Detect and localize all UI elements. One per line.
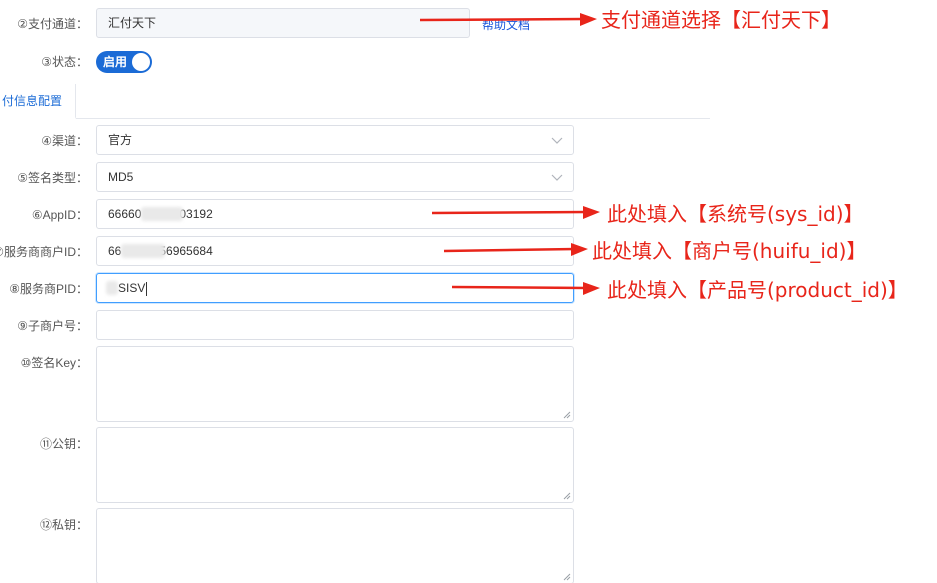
app-id-value-end: 03192: [179, 207, 213, 221]
annotation-merchant: 此处填入【商户号(huifu_id)】: [592, 239, 867, 263]
redaction-blur: [141, 207, 183, 221]
sign-type-label: ⑤签名类型：: [17, 171, 88, 185]
redaction-blur: [121, 244, 165, 258]
app-id-value-start: 66660: [108, 207, 142, 221]
sign-type-value: MD5: [108, 170, 134, 184]
route-select[interactable]: 官方: [96, 125, 574, 155]
resize-handle-icon[interactable]: [563, 411, 571, 419]
channel-input[interactable]: 汇付天下: [96, 8, 470, 38]
public-key-label: ⑪公钥：: [39, 437, 88, 451]
annotation-channel: 支付通道选择【汇付天下】: [601, 8, 841, 32]
sign-key-textarea[interactable]: [96, 346, 574, 422]
sign-key-label: ⑩签名Key：: [20, 356, 88, 370]
annotation-pid: 此处填入【产品号(product_id)】: [607, 278, 908, 302]
sp-pid-input[interactable]: SISV: [96, 273, 574, 303]
tab-label: 付信息配置: [2, 94, 63, 108]
app-id-label: ⑥AppID：: [31, 208, 88, 222]
annotation-app-id: 此处填入【系统号(sys_id)】: [607, 202, 864, 226]
route-value: 官方: [108, 133, 133, 147]
chevron-down-icon: [551, 174, 563, 181]
help-doc-link[interactable]: 帮助文档: [482, 16, 530, 33]
app-id-input[interactable]: 66660 03192: [96, 199, 574, 229]
redaction-blur: [106, 281, 118, 295]
status-toggle-text: 启用: [103, 55, 128, 69]
sub-merchant-input[interactable]: [96, 310, 574, 340]
private-key-label: ⑫私钥：: [39, 518, 88, 532]
text-caret: [146, 281, 148, 296]
route-label: ④渠道：: [41, 134, 88, 148]
toggle-knob: [132, 53, 150, 71]
sp-merchant-value-start: 66: [108, 244, 122, 258]
sp-merchant-value-end: 56965684: [159, 244, 213, 258]
private-key-textarea[interactable]: [96, 508, 574, 583]
sp-merchant-id-label: ⑦服务商商户ID：: [0, 245, 88, 259]
channel-value: 汇付天下: [108, 16, 157, 30]
tab-divider: [76, 118, 710, 119]
sign-type-select[interactable]: MD5: [96, 162, 574, 192]
sp-pid-label: ⑧服务商PID：: [9, 282, 88, 296]
resize-handle-icon[interactable]: [563, 573, 571, 581]
status-label: ③状态：: [41, 55, 88, 69]
channel-label: ②支付通道：: [17, 17, 88, 31]
sp-merchant-id-input[interactable]: 66 56965684: [96, 236, 574, 266]
chevron-down-icon: [551, 137, 563, 144]
sp-pid-value: SISV: [118, 281, 146, 295]
tab-payment-config[interactable]: 付信息配置: [0, 84, 76, 119]
status-toggle[interactable]: 启用: [96, 51, 152, 73]
public-key-textarea[interactable]: [96, 427, 574, 503]
sub-merchant-label: ⑨子商户号：: [17, 319, 88, 333]
resize-handle-icon[interactable]: [563, 492, 571, 500]
